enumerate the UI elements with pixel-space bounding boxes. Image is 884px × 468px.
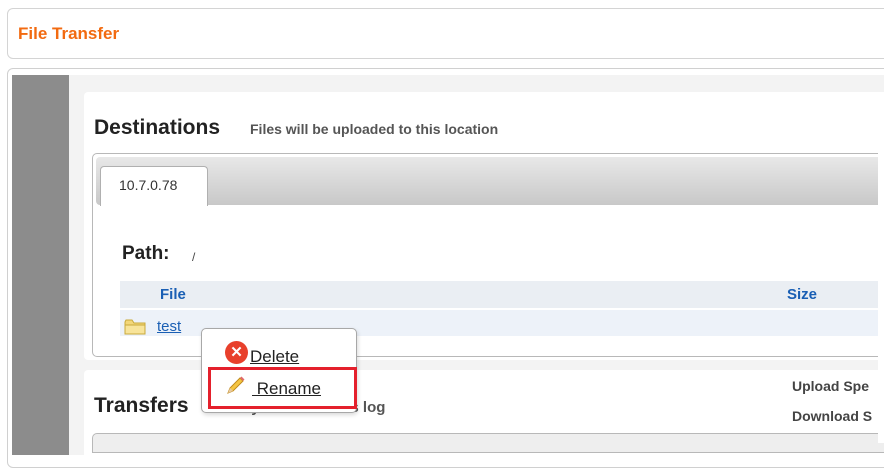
file-link-test[interactable]: test bbox=[157, 318, 181, 335]
right-edge bbox=[878, 100, 884, 443]
header-bar: File Transfer bbox=[7, 8, 884, 59]
transfers-heading: Transfers bbox=[94, 394, 189, 417]
page-title: File Transfer bbox=[18, 24, 120, 43]
tab-destination-label[interactable]: 10.7.0.78 bbox=[119, 177, 177, 193]
download-speed-label: Download S bbox=[792, 408, 873, 424]
rename-highlight bbox=[208, 367, 357, 409]
folder-icon bbox=[124, 319, 146, 335]
delete-icon: ✕ bbox=[225, 340, 248, 364]
destinations-subtitle: Files will be uploaded to this location bbox=[250, 121, 499, 137]
delete-menu-label[interactable]: Delete bbox=[250, 347, 299, 367]
path-value: / bbox=[192, 250, 196, 264]
destinations-heading: Destinations bbox=[94, 116, 221, 139]
transfers-panel bbox=[92, 433, 884, 453]
tab-strip bbox=[96, 157, 884, 205]
file-table-header bbox=[120, 281, 884, 308]
column-header-size[interactable]: Size bbox=[787, 286, 817, 303]
upload-speed-label: Upload Spe bbox=[792, 378, 870, 394]
column-header-file[interactable]: File bbox=[160, 286, 186, 303]
sidebar bbox=[12, 75, 69, 455]
path-label: Path: bbox=[122, 243, 170, 264]
